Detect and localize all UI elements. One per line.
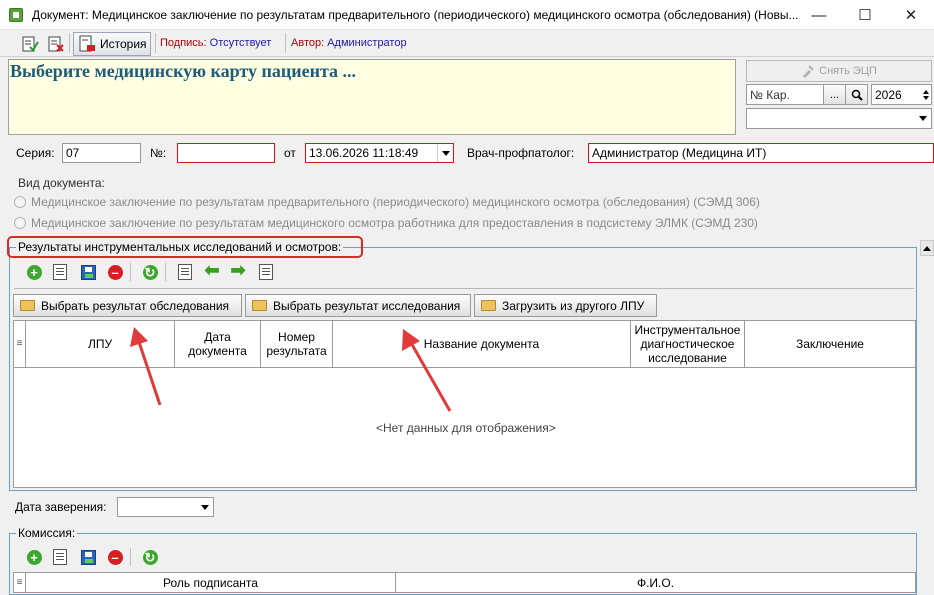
chevron-down-icon (201, 504, 209, 510)
chevron-down-icon (919, 116, 927, 121)
select-exam-result-button[interactable]: Выбрать результат обследования (13, 294, 242, 317)
toolbar-separator (165, 263, 166, 281)
load-other-lpu-label: Загрузить из другого ЛПУ (502, 298, 645, 313)
close-button[interactable]: ✕ (888, 0, 934, 30)
edit-document-icon[interactable] (50, 547, 70, 567)
edit-document-icon[interactable] (50, 262, 70, 282)
certify-date-dropdown[interactable] (117, 497, 214, 517)
search-icon (851, 89, 863, 101)
col-signer-role[interactable]: Роль подписанта (26, 573, 396, 592)
commission-table-header: ≡ Роль подписанта Ф.И.О. (13, 572, 916, 593)
remove-signature-label: Снять ЭЦП (819, 65, 877, 77)
toolbar-separator (130, 263, 131, 281)
doc-type-option-230[interactable]: Медицинское заключение по результатам ме… (14, 216, 758, 230)
certify-date-label: Дата заверения: (15, 500, 107, 514)
col-result-number[interactable]: Номер результата (261, 321, 333, 367)
annotation-arrow (130, 327, 162, 406)
col-fio[interactable]: Ф.И.О. (396, 573, 915, 592)
window-title: Документ: Медицинское заключение по резу… (32, 8, 799, 22)
copy-document-icon[interactable] (175, 262, 195, 282)
folder-icon (20, 300, 35, 311)
toolbar-separator (155, 33, 156, 53)
chevron-up-icon (923, 245, 931, 251)
series-input[interactable]: 07 (62, 143, 141, 163)
load-other-lpu-button[interactable]: Загрузить из другого ЛПУ (474, 294, 657, 317)
radio-icon (14, 217, 26, 229)
minimize-button[interactable]: — (796, 0, 842, 30)
select-exam-result-label: Выбрать результат обследования (41, 298, 230, 313)
toolbar-separator (285, 33, 286, 53)
export-document-icon[interactable] (256, 262, 276, 282)
highlight-box (7, 236, 363, 258)
col-doc-date[interactable]: Дата документа (175, 321, 261, 367)
signature-value: Отсутствует (209, 37, 272, 49)
author-label: Автор: (291, 37, 325, 49)
date-value: 13.06.2026 11:18:49 (309, 146, 419, 160)
maximize-button[interactable]: ☐ (842, 0, 888, 30)
folder-icon (252, 300, 267, 311)
doc-type-option-label: Медицинское заключение по результатам пр… (31, 195, 760, 209)
folder-icon (481, 300, 496, 311)
date-label: от (284, 146, 296, 160)
card-search-button[interactable] (845, 84, 868, 105)
doctor-label: Врач-профпатолог: (467, 146, 575, 160)
scroll-up-button[interactable] (920, 240, 934, 256)
toolbar-divider (14, 288, 914, 289)
toolbar-separator (69, 33, 70, 53)
save-icon[interactable] (78, 547, 98, 567)
add-icon[interactable]: + (24, 547, 44, 567)
doc-type-option-306[interactable]: Медицинское заключение по результатам пр… (14, 195, 760, 209)
history-button[interactable]: История (73, 32, 151, 56)
remove-signature-button[interactable]: Снять ЭЦП (746, 60, 932, 82)
history-label: История (100, 37, 147, 51)
refresh-icon[interactable]: ↻ (140, 547, 160, 567)
year-value: 2026 (875, 87, 902, 102)
number-input[interactable] (177, 143, 275, 163)
select-study-result-button[interactable]: Выбрать результат исследования (245, 294, 471, 317)
author-value: Администратор (327, 37, 407, 49)
number-label: №: (150, 146, 167, 160)
col-doc-name[interactable]: Название документа (333, 321, 631, 367)
col-conclusion[interactable]: Заключение (745, 321, 915, 367)
card-browse-button[interactable]: ... (823, 84, 846, 105)
delete-signature-icon[interactable] (46, 34, 66, 54)
card-type-dropdown[interactable] (746, 108, 932, 129)
delete-icon[interactable]: – (105, 547, 125, 567)
patient-title[interactable]: Выберите медицинскую карту пациента ... (10, 61, 356, 82)
add-icon[interactable]: + (24, 262, 44, 282)
doc-type-label: Вид документа: (18, 176, 105, 190)
card-number-field[interactable]: № Кар. (746, 84, 824, 105)
commission-caption: Комиссия: (16, 526, 78, 540)
annotation-arrow (402, 329, 452, 412)
app-icon (9, 8, 23, 22)
arrow-left-icon[interactable]: ⬅ (202, 260, 222, 280)
row-selector-icon[interactable]: ≡ (14, 321, 26, 367)
calendar-dropdown-icon[interactable] (437, 144, 453, 162)
spinner-arrows-icon[interactable] (923, 89, 929, 100)
sign-document-icon[interactable] (20, 34, 40, 54)
signature-label: Подпись: (160, 37, 207, 49)
signature-status: Подпись: Отсутствует (160, 37, 271, 49)
radio-icon (14, 196, 26, 208)
doc-type-option-label: Медицинское заключение по результатам ме… (31, 216, 758, 230)
year-spinner[interactable]: 2026 (871, 84, 932, 105)
col-instrumental[interactable]: Инструментальное диагностическое исследо… (631, 321, 745, 367)
select-study-result-label: Выбрать результат исследования (273, 298, 461, 313)
author-status: Автор: Администратор (291, 37, 407, 49)
row-selector-icon[interactable]: ≡ (14, 573, 26, 592)
delete-icon[interactable]: – (105, 262, 125, 282)
history-icon (79, 35, 95, 52)
date-picker[interactable]: 13.06.2026 11:18:49 (305, 143, 454, 163)
doctor-input[interactable]: Администратор (Медицина ИТ) (588, 143, 934, 163)
arrow-right-icon[interactable]: ➡ (228, 260, 248, 280)
refresh-icon[interactable]: ↻ (140, 262, 160, 282)
save-icon[interactable] (78, 262, 98, 282)
remove-signature-icon (803, 65, 814, 78)
toolbar-separator (130, 548, 131, 566)
series-label: Серия: (16, 146, 55, 160)
empty-table-message: <Нет данных для отображения> (376, 421, 556, 435)
